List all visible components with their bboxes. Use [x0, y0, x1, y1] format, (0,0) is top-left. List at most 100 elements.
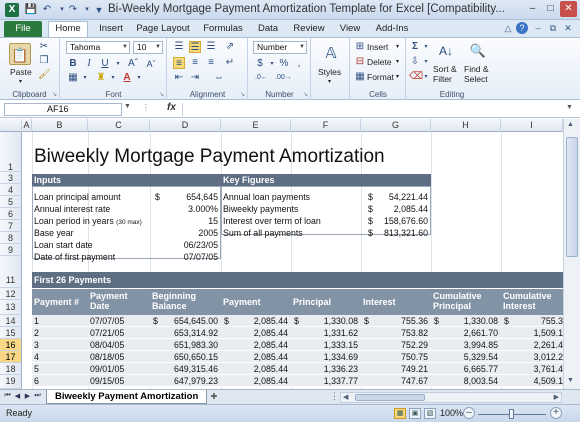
paste-dropdown-icon[interactable]: ▾: [19, 77, 22, 88]
beginning-balance[interactable]: 649,315.46: [160, 364, 218, 375]
chevron-down-icon[interactable]: ▼: [299, 42, 305, 53]
insert-function-icon[interactable]: fx: [167, 102, 176, 113]
payment-date[interactable]: 08/04/05: [90, 340, 146, 351]
column-header-g[interactable]: G: [361, 119, 431, 132]
tab-view[interactable]: View: [336, 20, 364, 37]
principal-amount[interactable]: 1,330.08: [300, 316, 358, 327]
font-size-combo[interactable]: 10 ▼: [133, 41, 163, 54]
payment-number[interactable]: 2: [34, 328, 84, 339]
maximize-icon[interactable]: □: [542, 1, 559, 17]
column-header-h[interactable]: H: [431, 119, 501, 132]
shrink-font-icon[interactable]: Aˇ: [145, 58, 157, 70]
cumulative-interest[interactable]: 1,509.1: [505, 328, 563, 339]
cumulative-interest[interactable]: 3,761.4: [505, 364, 563, 375]
principal-amount[interactable]: 1,331.62: [300, 328, 358, 339]
format-button[interactable]: Format: [367, 72, 394, 83]
col-header-payment-num[interactable]: Payment #: [32, 289, 88, 315]
customize-qat-icon[interactable]: ▼: [92, 3, 106, 17]
col-header-principal[interactable]: Principal: [291, 289, 361, 315]
vertical-scrollbar[interactable]: ▲ ▼: [563, 119, 580, 389]
horizontal-scroll-thumb[interactable]: [355, 394, 425, 401]
payment-number[interactable]: 1: [34, 316, 84, 327]
payments-header[interactable]: First 26 Payments: [32, 272, 563, 288]
number-format-combo[interactable]: Number ▼: [253, 41, 307, 54]
row-header[interactable]: 18: [0, 363, 22, 375]
cumulative-interest[interactable]: 2,261.4: [505, 340, 563, 351]
cumulative-interest[interactable]: 3,012.2: [505, 352, 563, 363]
principal-amount[interactable]: 1,334.69: [300, 352, 358, 363]
input-value[interactable]: 15: [162, 216, 218, 226]
chevron-down-icon[interactable]: ▼: [155, 42, 161, 53]
row-header[interactable]: 12: [0, 288, 22, 300]
number-launcher-icon[interactable]: ↘: [303, 91, 308, 98]
scroll-down-icon[interactable]: ▼: [567, 377, 574, 384]
page-layout-view-icon[interactable]: ▣: [409, 408, 421, 419]
payment-amount[interactable]: 2,085.44: [230, 328, 288, 339]
payment-number[interactable]: 6: [34, 376, 84, 387]
select-all-corner[interactable]: [0, 119, 22, 132]
principal-amount[interactable]: 1,337.77: [300, 376, 358, 387]
styles-dropdown-icon[interactable]: ▾: [328, 77, 331, 88]
row-header-selected[interactable]: 17: [0, 351, 22, 363]
merge-center-icon[interactable]: ⇔: [213, 72, 225, 84]
payment-amount[interactable]: 2,085.44: [230, 340, 288, 351]
insert-sheet-icon[interactable]: ✚: [206, 391, 222, 403]
close-icon[interactable]: ✕: [560, 1, 577, 17]
key-figures-header[interactable]: Key Figures: [221, 174, 431, 186]
tab-add-ins[interactable]: Add-Ins: [372, 20, 412, 37]
borders-dropdown-icon[interactable]: ▾: [79, 72, 91, 84]
col-header-cumulative-principal[interactable]: Cumulative Principal: [431, 289, 501, 315]
payment-amount[interactable]: 2,085.44: [230, 376, 288, 387]
bottom-align-icon[interactable]: ☰: [205, 41, 217, 53]
increase-decimal-icon[interactable]: .0←: [255, 72, 268, 84]
autosum-dropdown-icon[interactable]: ▾: [420, 41, 432, 53]
minimize-icon[interactable]: –: [524, 1, 541, 17]
row-header-selected[interactable]: 16: [0, 339, 22, 351]
payment-number[interactable]: 3: [34, 340, 84, 351]
row-header[interactable]: 11: [0, 256, 22, 288]
borders-icon[interactable]: ▦: [67, 72, 79, 84]
zoom-slider-thumb[interactable]: [509, 409, 514, 419]
key-figure-value[interactable]: 54,221.44: [374, 192, 428, 202]
tab-page-layout[interactable]: Page Layout: [134, 20, 192, 37]
input-value[interactable]: 07/07/05: [162, 252, 218, 262]
currency-dropdown-icon[interactable]: ▾: [266, 58, 278, 70]
input-label[interactable]: Loan period in years (30 max): [34, 216, 142, 226]
clear-dropdown-icon[interactable]: ▾: [420, 71, 432, 83]
zoom-level[interactable]: 100%: [440, 408, 463, 418]
font-color-dropdown-icon[interactable]: ▾: [133, 72, 145, 84]
alignment-launcher-icon[interactable]: ↘: [240, 91, 245, 98]
underline-dropdown-icon[interactable]: ▾: [112, 58, 124, 70]
principal-amount[interactable]: 1,336.23: [300, 364, 358, 375]
key-figure-label[interactable]: Interest over term of loan: [223, 216, 321, 226]
first-sheet-icon[interactable]: ⏮: [3, 392, 12, 400]
align-left-icon[interactable]: ≡: [173, 57, 185, 69]
italic-icon[interactable]: I: [83, 58, 95, 70]
row-header[interactable]: 4: [0, 184, 22, 196]
prev-sheet-icon[interactable]: ◀: [13, 392, 22, 400]
increase-indent-icon[interactable]: ⇥: [189, 72, 201, 84]
sort-filter-button-line2[interactable]: Filter: [433, 74, 452, 85]
fill-color-dropdown-icon[interactable]: ▾: [107, 72, 119, 84]
beginning-balance[interactable]: 651,983.30: [160, 340, 218, 351]
input-label[interactable]: Loan principal amount: [34, 192, 121, 202]
paste-icon[interactable]: 📋: [9, 43, 31, 65]
row-header[interactable]: 19: [0, 375, 22, 389]
key-figure-label[interactable]: Annual loan payments: [223, 192, 310, 202]
cumulative-interest[interactable]: 4,509.1: [505, 376, 563, 387]
sort-filter-icon[interactable]: A↓: [435, 40, 457, 62]
inputs-header[interactable]: Inputs: [32, 174, 221, 186]
payment-number[interactable]: 5: [34, 364, 84, 375]
key-figure-value[interactable]: 158,676.60: [374, 216, 428, 226]
percent-icon[interactable]: %: [278, 58, 290, 70]
payment-amount[interactable]: 2,085.44: [230, 364, 288, 375]
format-painter-icon[interactable]: 🖌: [38, 69, 51, 81]
help-icon[interactable]: ?: [516, 22, 528, 34]
key-figure-value[interactable]: 813,321.60: [374, 228, 428, 238]
column-header-d[interactable]: D: [150, 119, 221, 132]
sheet-title[interactable]: Biweekly Mortgage Payment Amortization: [34, 146, 385, 168]
col-header-payment-date[interactable]: Payment Date: [88, 289, 150, 315]
cumulative-interest[interactable]: 755.3: [505, 316, 563, 327]
payment-date[interactable]: 09/15/05: [90, 376, 146, 387]
excel-icon[interactable]: X: [5, 3, 19, 17]
